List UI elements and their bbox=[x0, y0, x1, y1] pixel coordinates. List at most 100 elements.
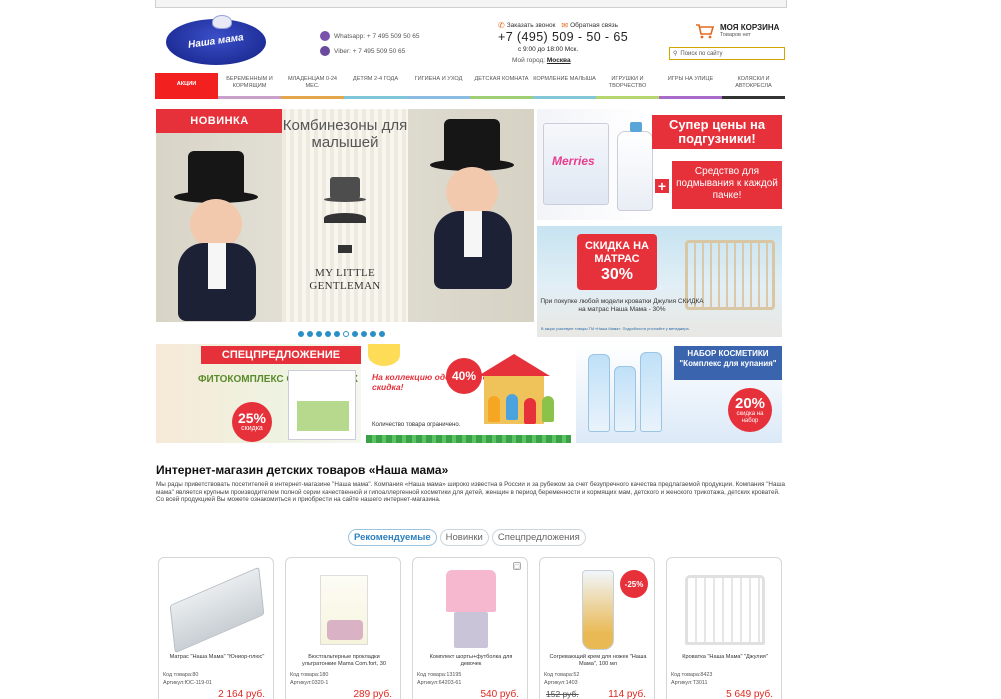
city-label: Мой город: bbox=[512, 57, 546, 64]
velor-banner[interactable]: На коллекцию одежды из серии Велюр - ски… bbox=[366, 344, 571, 443]
product-name[interactable]: Комплект шорты+футболка для девочек bbox=[419, 654, 523, 668]
mattress-banner[interactable]: СКИДКА НА МАТРАС 30% При покупке любой м… bbox=[537, 226, 782, 337]
bottle-image bbox=[588, 354, 610, 432]
kid-figure bbox=[524, 398, 536, 424]
bath-set-pct-word: скидка на набор bbox=[736, 410, 764, 424]
tab-recommended[interactable]: Рекомендуемые bbox=[348, 529, 437, 546]
callback-link[interactable]: ✆ Заказать звонок bbox=[498, 21, 555, 30]
product-image[interactable] bbox=[677, 568, 773, 652]
main-phone[interactable]: +7 (495) 509 - 50 - 65 bbox=[498, 30, 628, 44]
slider-dot[interactable] bbox=[361, 331, 367, 337]
mustache-icon bbox=[324, 213, 366, 223]
slider-dot[interactable] bbox=[352, 331, 358, 337]
tab-special[interactable]: Спецпредложения bbox=[491, 529, 586, 546]
mattress-headline: СКИДКА НА МАТРАС bbox=[584, 240, 649, 265]
bowtie-icon bbox=[338, 245, 352, 253]
menu-item[interactable]: АКЦИИ bbox=[155, 73, 218, 99]
viber-contact[interactable]: Viber: + 7 495 509 50 65 bbox=[320, 46, 405, 56]
bath-set-banner[interactable]: НАБОР КОСМЕТИКИ "Комплекс для купания" 2… bbox=[576, 344, 782, 443]
cart-title: МОЯ КОРЗИНА bbox=[720, 23, 780, 32]
city-selector[interactable]: Мой город: Москва bbox=[512, 57, 571, 64]
baby-right-image bbox=[412, 119, 532, 289]
banner-title: Комбинезоны для малышей bbox=[282, 117, 408, 151]
baby-left-image bbox=[156, 151, 276, 321]
cart-status: Товаров нет bbox=[720, 32, 751, 38]
menu-item[interactable]: ИГРУШКИ И ТВОРЧЕСТВО bbox=[596, 73, 659, 99]
product-sku: Артикул:0320-1 bbox=[290, 680, 329, 686]
menu-item[interactable]: КОЛЯСКИ И АВТОКРЕСЛА bbox=[722, 73, 785, 99]
page-title: Интернет-магазин детских товаров «Наша м… bbox=[156, 463, 449, 477]
fito-pct-word: скидка bbox=[241, 425, 263, 432]
product-code: Код товара:80 bbox=[163, 672, 199, 678]
menu-item[interactable]: КОРМЛЕНИЕ МАЛЫША bbox=[533, 73, 596, 99]
product-name[interactable]: Бюстгальтерные прокладки ультратонкие Ma… bbox=[292, 654, 396, 668]
top-hat-icon bbox=[324, 177, 366, 202]
product-image[interactable] bbox=[296, 568, 392, 652]
product-code: Код товара:8423 bbox=[671, 672, 713, 678]
top-strip bbox=[155, 0, 787, 8]
slider-dot[interactable] bbox=[307, 331, 313, 337]
logo-text: Наша мама bbox=[187, 32, 245, 51]
velor-discount-badge: 40% bbox=[446, 358, 482, 394]
product-name[interactable]: Согревающий крем для ножек "Наша Мама", … bbox=[546, 654, 650, 668]
product-price: 114 руб. bbox=[608, 689, 646, 699]
tab-new[interactable]: Новинки bbox=[439, 529, 489, 546]
slider-dot[interactable] bbox=[298, 331, 304, 337]
product-card[interactable]: ▢ Комплект шорты+футболка для девочек Ко… bbox=[412, 557, 528, 699]
mattress-pct: 30% bbox=[600, 266, 634, 283]
bath-set-headline: НАБОР КОСМЕТИКИ "Комплекс для купания" bbox=[674, 346, 782, 380]
bath-set-discount-badge: 20% скидка на набор bbox=[728, 388, 772, 432]
product-sku: Артикул:Т3011 bbox=[671, 680, 708, 686]
product-card[interactable]: -25% Согревающий крем для ножек "Наша Ма… bbox=[539, 557, 655, 699]
product-list: Матрас "Наша Мама" "Юниор-плюс" Код това… bbox=[158, 557, 782, 699]
product-old-price: 152 руб. bbox=[546, 689, 579, 699]
menu-item[interactable]: ДЕТЯМ 2-4 ГОДА bbox=[344, 73, 407, 99]
sun-icon bbox=[368, 344, 400, 366]
work-hours: с 9:00 до 18:00 Мск. bbox=[518, 46, 579, 53]
slider-dot[interactable] bbox=[379, 331, 385, 337]
mattress-fine-print: В акции участвуют товары ТМ «Наша Мама».… bbox=[541, 327, 690, 331]
bear-icon bbox=[212, 15, 232, 29]
search-input[interactable]: ⚲ Поиск по сайту bbox=[669, 47, 785, 60]
menu-item[interactable]: ГИГИЕНА И УХОД bbox=[407, 73, 470, 99]
main-slider-banner[interactable]: НОВИНКА Комбинезоны для малышей MY LITTL… bbox=[156, 109, 534, 322]
product-image[interactable] bbox=[169, 566, 265, 654]
main-menu: АКЦИИ БЕРЕМЕННЫМ И КОРМЯЩИМ МЛАДЕНЦАМ 0-24… bbox=[155, 73, 785, 99]
site-logo[interactable]: Наша мама bbox=[166, 15, 266, 65]
bath-set-pct: 20% bbox=[734, 394, 766, 412]
callback-label: Заказать звонок bbox=[506, 22, 556, 29]
product-price: 2 164 руб. bbox=[218, 689, 265, 699]
merries-banner[interactable]: Merries Супер цены на подгузники! + Сред… bbox=[537, 109, 782, 220]
product-code: Код товара:13195 bbox=[417, 672, 462, 678]
kid-figure bbox=[542, 396, 554, 422]
callback-links: ✆ Заказать звонок ✉ Обратная связь bbox=[498, 21, 618, 30]
product-card[interactable]: Бюстгальтерные прокладки ультратонкие Ma… bbox=[285, 557, 401, 699]
product-card[interactable]: Кроватка "Наша Мама" "Джулия" Код товара… bbox=[666, 557, 782, 699]
slider-dot[interactable] bbox=[334, 331, 340, 337]
slider-dot[interactable] bbox=[325, 331, 331, 337]
whatsapp-contact[interactable]: Whatsapp: + 7 495 509 50 65 bbox=[320, 31, 419, 41]
slider-dot[interactable] bbox=[343, 331, 349, 337]
cart[interactable]: МОЯ КОРЗИНА Товаров нет bbox=[695, 23, 779, 39]
product-name[interactable]: Кроватка "Наша Мама" "Джулия" bbox=[673, 654, 777, 661]
search-icon: ⚲ bbox=[673, 51, 678, 57]
product-sku: Артикул:64203-61 bbox=[417, 680, 462, 686]
menu-item[interactable]: ИГРЫ НА УЛИЦЕ bbox=[659, 73, 722, 99]
feedback-link[interactable]: ✉ Обратная связь bbox=[561, 21, 618, 30]
product-image[interactable] bbox=[423, 568, 519, 652]
fito-banner[interactable]: СПЕЦПРЕДЛОЖЕНИЕ ФИТОКОМПЛЕКС ОТ РАСТЯЖЕК… bbox=[156, 344, 361, 443]
fito-pct: 25% bbox=[237, 410, 267, 426]
plus-icon: + bbox=[655, 178, 669, 194]
menu-item[interactable]: МЛАДЕНЦАМ 0-24 МЕС. bbox=[281, 73, 344, 99]
fito-box-image bbox=[288, 370, 356, 440]
menu-item[interactable]: ДЕТСКАЯ КОМНАТА bbox=[470, 73, 533, 99]
poster-panel: Комбинезоны для малышей MY LITTLE GENTLE… bbox=[282, 109, 408, 322]
product-card[interactable]: Матрас "Наша Мама" "Юниор-плюс" Код това… bbox=[158, 557, 274, 699]
slider-dot[interactable] bbox=[316, 331, 322, 337]
menu-item[interactable]: БЕРЕМЕННЫМ И КОРМЯЩИМ bbox=[218, 73, 281, 99]
city-value[interactable]: Москва bbox=[547, 57, 571, 64]
new-badge: НОВИНКА bbox=[156, 109, 283, 133]
slider-dot[interactable] bbox=[370, 331, 376, 337]
product-name[interactable]: Матрас "Наша Мама" "Юниор-плюс" bbox=[165, 654, 269, 661]
product-image[interactable] bbox=[550, 568, 646, 652]
